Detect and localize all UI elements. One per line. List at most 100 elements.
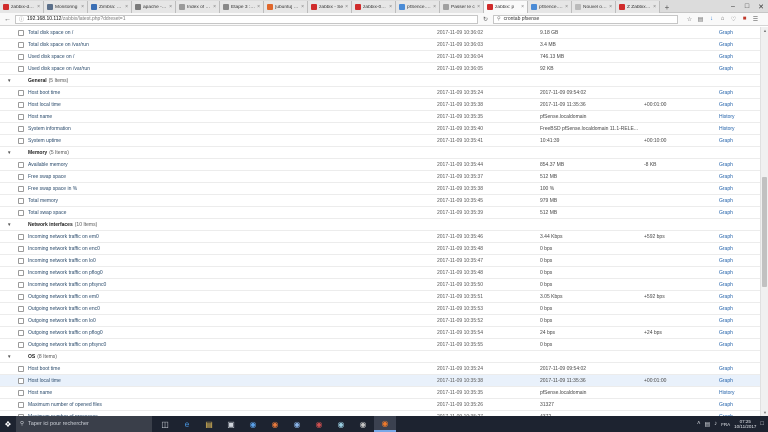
collapse-toggle-icon[interactable]: ▼ <box>7 354 11 359</box>
maximize-icon[interactable]: □ <box>740 0 754 13</box>
row-checkbox[interactable] <box>18 306 24 312</box>
app-icon-4[interactable]: ◉ <box>308 416 330 432</box>
search-input[interactable]: crontab pfsense <box>504 16 540 22</box>
item-name[interactable]: Total disk space on / <box>28 30 73 36</box>
item-name[interactable]: System information <box>28 126 71 132</box>
windows-start-icon[interactable]: ❖ <box>0 416 16 432</box>
item-name[interactable]: Host local time <box>28 102 61 108</box>
item-action-link[interactable]: Graph <box>719 210 733 216</box>
item-name[interactable]: Outgoing network traffic on em0 <box>28 294 99 300</box>
scroll-down-icon[interactable]: ▼ <box>761 409 768 416</box>
item-action-link[interactable]: Graph <box>719 342 733 348</box>
item-name[interactable]: Available memory <box>28 162 68 168</box>
row-checkbox[interactable] <box>18 162 24 168</box>
file-explorer-icon[interactable]: ▤ <box>198 416 220 432</box>
item-action-link[interactable]: Graph <box>719 246 733 252</box>
item-action-link[interactable]: Graph <box>719 162 733 168</box>
item-action-link[interactable]: Graph <box>719 402 733 408</box>
item-action-link[interactable]: Graph <box>719 102 733 108</box>
application-group-row[interactable]: ▼ Network interfaces (10 Items) <box>0 219 760 231</box>
item-action-link[interactable]: Graph <box>719 318 733 324</box>
app-icon-1[interactable]: ◉ <box>242 416 264 432</box>
browser-tab[interactable]: zabbix-dans × <box>0 1 44 13</box>
item-name[interactable]: Free swap space in % <box>28 186 77 192</box>
item-action-link[interactable]: Graph <box>719 174 733 180</box>
item-action-link[interactable]: Graph <box>719 270 733 276</box>
scrollbar-thumb[interactable] <box>762 177 767 287</box>
browser-tab[interactable]: [ubuntu] Zab× <box>264 1 308 13</box>
row-checkbox[interactable] <box>18 330 24 336</box>
row-checkbox[interactable] <box>18 114 24 120</box>
item-action-link[interactable]: Graph <box>719 90 733 96</box>
tab-close-icon[interactable]: × <box>477 4 480 10</box>
row-checkbox[interactable] <box>18 198 24 204</box>
menu-icon[interactable]: ☰ <box>751 15 760 24</box>
item-action-link[interactable]: Graph <box>719 138 733 144</box>
item-name[interactable]: Outgoing network traffic on enc0 <box>28 306 100 312</box>
tab-close-icon[interactable]: × <box>521 4 524 10</box>
browser-tab[interactable]: pfSence.loc × <box>528 1 572 13</box>
item-name[interactable]: Outgoing network traffic on pflog0 <box>28 330 103 336</box>
item-action-link[interactable]: Graph <box>719 306 733 312</box>
row-checkbox[interactable] <box>18 402 24 408</box>
row-checkbox[interactable] <box>18 390 24 396</box>
tab-close-icon[interactable]: × <box>433 4 436 10</box>
tab-close-icon[interactable]: × <box>213 4 216 10</box>
row-checkbox[interactable] <box>18 30 24 36</box>
item-name[interactable]: Host boot time <box>28 90 60 96</box>
item-name[interactable]: Used disk space on /var/run <box>28 66 90 72</box>
row-checkbox[interactable] <box>18 66 24 72</box>
tab-close-icon[interactable]: × <box>257 4 260 10</box>
close-icon[interactable]: ✕ <box>754 0 768 13</box>
item-name[interactable]: Host name <box>28 390 52 396</box>
row-checkbox[interactable] <box>18 54 24 60</box>
item-name[interactable]: Incoming network traffic on pflog0 <box>28 270 103 276</box>
tab-close-icon[interactable]: × <box>37 4 40 10</box>
application-group-row[interactable]: ▼ OS (8 Items) <box>0 351 760 363</box>
app-icon-5[interactable]: ◉ <box>330 416 352 432</box>
item-name[interactable]: Used disk space on / <box>28 54 74 60</box>
star-icon[interactable]: ☆ <box>685 15 694 24</box>
item-action-link[interactable]: Graph <box>719 186 733 192</box>
firefox-icon[interactable]: ◉ <box>374 416 396 432</box>
browser-tab[interactable]: zabbix-0n C × <box>352 1 396 13</box>
tab-close-icon[interactable]: × <box>125 4 128 10</box>
tab-close-icon[interactable]: × <box>565 4 568 10</box>
row-checkbox[interactable] <box>18 366 24 372</box>
row-checkbox[interactable] <box>18 42 24 48</box>
chevron-up-icon[interactable]: ˄ <box>697 421 701 427</box>
item-action-link[interactable]: Graph <box>719 234 733 240</box>
volume-icon[interactable]: ♪ <box>714 421 717 427</box>
app-icon-6[interactable]: ◉ <box>352 416 374 432</box>
reload-icon[interactable]: ↻ <box>481 15 490 24</box>
pocket-icon[interactable]: ♡ <box>729 15 738 24</box>
new-tab-button[interactable]: + <box>660 1 674 13</box>
item-name[interactable]: Incoming network traffic on em0 <box>28 234 99 240</box>
browser-tab[interactable]: Nouvel onglet× <box>572 1 616 13</box>
addon-icon[interactable]: ■ <box>740 15 749 24</box>
row-checkbox[interactable] <box>18 282 24 288</box>
row-checkbox[interactable] <box>18 186 24 192</box>
tab-close-icon[interactable]: × <box>653 4 656 10</box>
network-icon[interactable]: ▤ <box>705 421 711 428</box>
row-checkbox[interactable] <box>18 270 24 276</box>
row-checkbox[interactable] <box>18 246 24 252</box>
tab-close-icon[interactable]: × <box>345 4 348 10</box>
store-icon[interactable]: ▣ <box>220 416 242 432</box>
item-action-link[interactable]: Graph <box>719 30 733 36</box>
back-arrow-icon[interactable]: ← <box>3 15 12 24</box>
application-group-row[interactable]: ▼ Memory (5 Items) <box>0 147 760 159</box>
info-icon[interactable]: ⓘ <box>19 16 24 23</box>
tab-close-icon[interactable]: × <box>81 4 84 10</box>
scroll-up-icon[interactable]: ▲ <box>761 27 768 34</box>
tab-close-icon[interactable]: × <box>301 4 304 10</box>
item-action-link[interactable]: Graph <box>719 366 733 372</box>
item-action-link[interactable]: Graph <box>719 282 733 288</box>
collapse-toggle-icon[interactable]: ▼ <box>7 150 11 155</box>
browser-tab[interactable]: zabbix - Se × <box>308 1 352 13</box>
row-checkbox[interactable] <box>18 294 24 300</box>
minimize-icon[interactable]: – <box>726 0 740 13</box>
taskbar-clock[interactable]: 07:25 10/11/2017 <box>734 419 756 430</box>
item-action-link[interactable]: History <box>719 114 735 120</box>
collapse-toggle-icon[interactable]: ▼ <box>7 222 11 227</box>
